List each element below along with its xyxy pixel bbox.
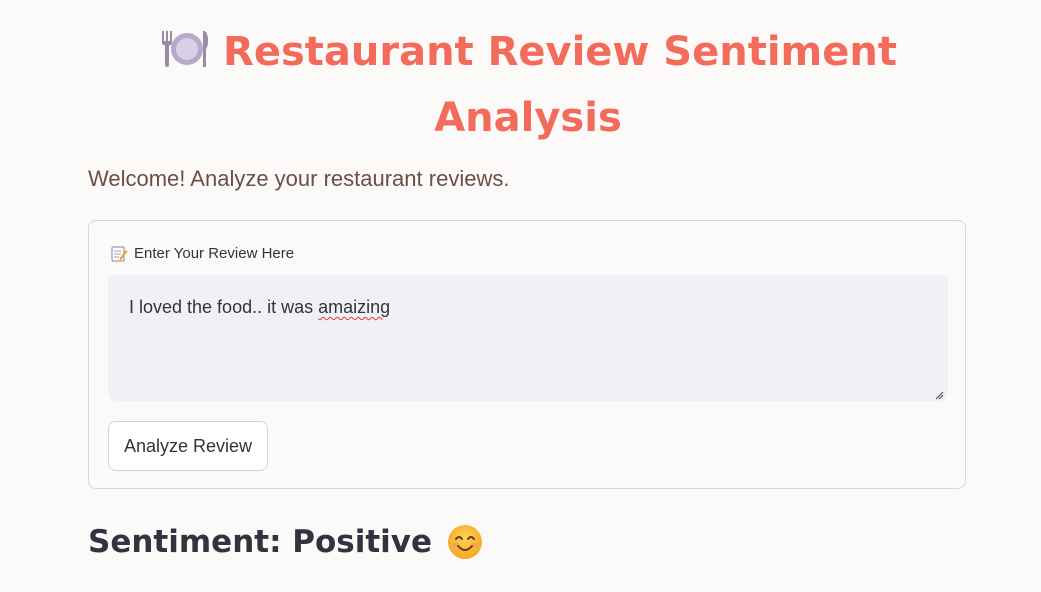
smiling-face-icon [446, 523, 484, 561]
sentiment-result: Sentiment: Positive [88, 520, 484, 564]
review-textarea[interactable]: I loved the food.. it was amaizing [108, 275, 948, 401]
review-text-main: I loved the food.. it was [129, 297, 319, 317]
sentiment-result-text: Sentiment: Positive [88, 524, 433, 560]
welcome-text: Welcome! Analyze your restaurant reviews… [88, 166, 510, 191]
page-title-text: Restaurant Review Sentiment Analysis [223, 29, 897, 141]
review-field-label: Enter Your Review Here [111, 245, 294, 262]
review-field-label-text: Enter Your Review Here [134, 245, 295, 262]
page-title: Restaurant Review Sentiment Analysis [88, 22, 968, 148]
memo-icon [111, 245, 128, 262]
fork-plate-knife-icon [159, 27, 211, 88]
review-form: Enter Your Review Here I loved the food.… [88, 220, 966, 489]
analyze-review-button[interactable]: Analyze Review [108, 421, 268, 471]
resize-handle-icon[interactable] [934, 387, 944, 400]
app-page: Restaurant Review Sentiment Analysis Wel… [0, 0, 1041, 592]
misspelled-word: amaizing [318, 297, 391, 317]
review-textarea-value: I loved the food.. it was amaizing [129, 297, 390, 318]
